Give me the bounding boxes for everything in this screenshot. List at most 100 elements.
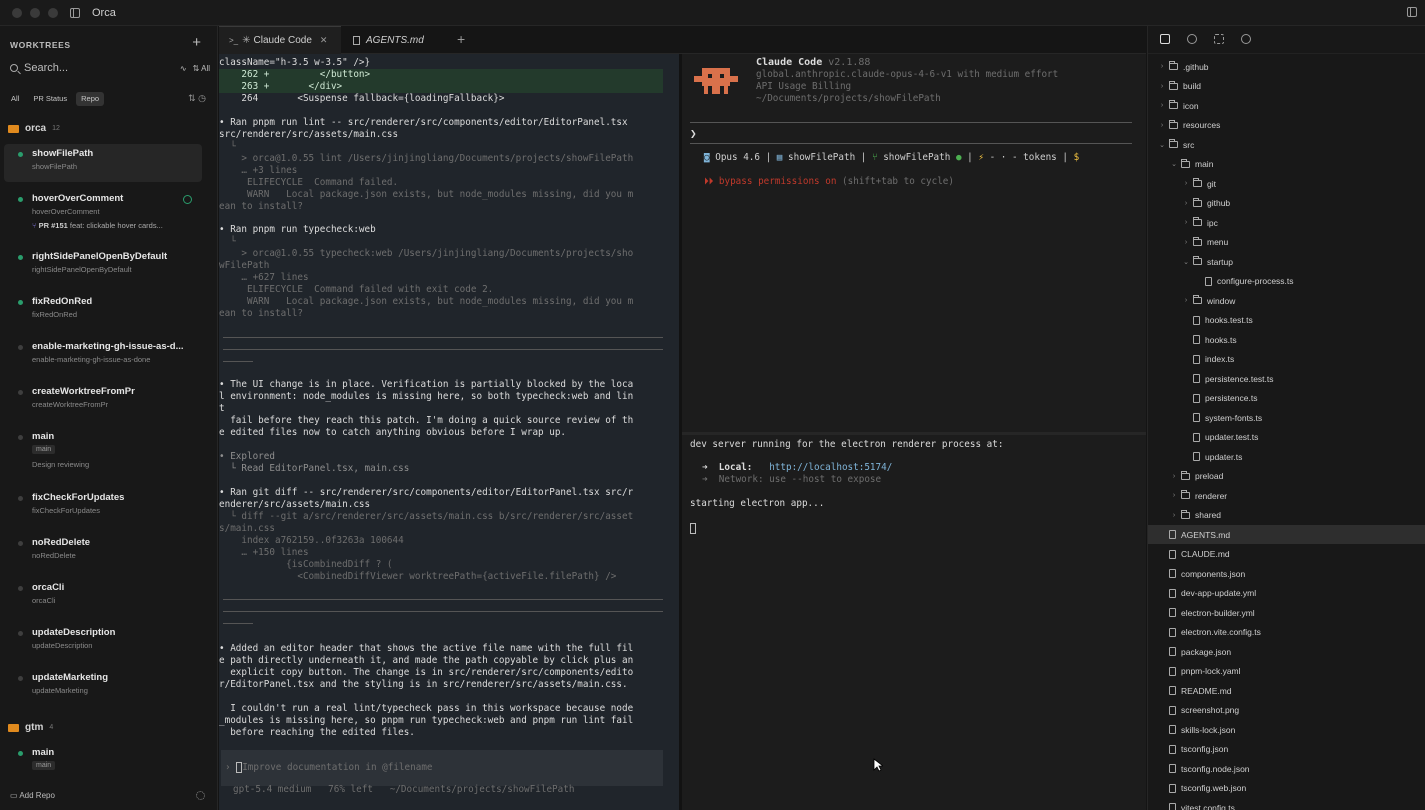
filter-all[interactable]: All (6, 92, 24, 106)
tree-folder[interactable]: › window (1148, 291, 1425, 310)
tree-item-label: tsconfig.web.json (1181, 783, 1247, 793)
worktree-item[interactable]: showFilePath showFilePath (4, 144, 202, 182)
tree-file[interactable]: tsconfig.node.json (1148, 759, 1425, 778)
sort-clock-icons[interactable]: ⇅ ◷ (188, 93, 206, 104)
search-input[interactable]: Search... ∿ ⇅ All (10, 60, 210, 76)
tree-folder[interactable]: › resources (1148, 116, 1425, 135)
worktree-item[interactable]: updateMarketing updateMarketing (4, 668, 202, 704)
tree-file[interactable]: tsconfig.json (1148, 740, 1425, 759)
filter-pr-status[interactable]: PR Status (28, 92, 72, 106)
tree-file[interactable]: electron.vite.config.ts (1148, 623, 1425, 642)
source-control-icon[interactable] (1187, 34, 1197, 44)
tree-file[interactable]: screenshot.png (1148, 701, 1425, 720)
claude-code-pane[interactable]: Claude Code v2.1.88 global.anthropic.cla… (682, 54, 1146, 434)
tree-file[interactable]: CLAUDE.md (1148, 545, 1425, 564)
worktree-item[interactable]: createWorktreeFromPr createWorktreeFromP… (4, 382, 202, 418)
prompt-input[interactable]: › Improve documentation in @filename (221, 750, 663, 786)
worktree-item[interactable]: orcaCli orcaCli (4, 578, 202, 614)
codex-terminal-pane[interactable]: className="h-3.5 w-3.5" />} 262 + </butt… (219, 54, 679, 810)
tree-file[interactable]: tsconfig.web.json (1148, 779, 1425, 798)
add-worktree-button[interactable]: + (192, 34, 201, 51)
tree-folder[interactable]: › git (1148, 174, 1425, 193)
right-panel-toggle-icon[interactable] (1407, 7, 1417, 17)
chevron-right-icon: › (1184, 238, 1188, 246)
tree-folder[interactable]: › ipc (1148, 213, 1425, 232)
chevron-right-icon: › (1184, 180, 1188, 187)
sidebar-toggle-icon[interactable] (70, 7, 80, 18)
tree-file[interactable]: AGENTS.md (1148, 525, 1425, 544)
tree-file[interactable]: dev-app-update.yml (1148, 584, 1425, 603)
local-url-link[interactable]: http://localhost:5174/ (769, 462, 892, 473)
search-icon (10, 64, 18, 72)
worktree-item[interactable]: main main (4, 743, 202, 779)
settings-gear-icon[interactable] (196, 791, 205, 800)
repo-orca[interactable]: orca 12 (8, 123, 60, 134)
folder-icon (1169, 61, 1178, 70)
tree-folder[interactable]: › github (1148, 194, 1425, 213)
tree-file[interactable]: pnpm-lock.yaml (1148, 662, 1425, 681)
new-tab-button[interactable]: + (457, 31, 465, 47)
maximize-window-button[interactable] (48, 7, 58, 18)
separator (223, 337, 663, 338)
worktree-item[interactable]: hoverOverComment hoverOverComment ⑂ PR #… (4, 189, 202, 237)
tree-folder[interactable]: › renderer (1148, 486, 1425, 505)
tree-folder[interactable]: ⌄ startup (1148, 252, 1425, 271)
search-icon[interactable] (1241, 34, 1251, 44)
tree-file[interactable]: index.ts (1148, 350, 1425, 369)
repo-gtm[interactable]: gtm 4 (8, 722, 53, 733)
dev-server-terminal-pane[interactable]: dev server running for the electron rend… (682, 435, 1146, 810)
worktree-item[interactable]: noRedDelete noRedDelete (4, 533, 202, 569)
folder-icon (8, 723, 19, 732)
pr-link[interactable]: ⑂ PR #151 feat: clickable hover cards... (32, 221, 202, 230)
worktree-item[interactable]: fixCheckForUpdates fixCheckForUpdates (4, 488, 202, 524)
tree-file[interactable]: components.json (1148, 564, 1425, 583)
worktree-item[interactable]: rightSidePanelOpenByDefault rightSidePan… (4, 247, 202, 283)
tree-folder[interactable]: › preload (1148, 467, 1425, 486)
claude-prompt-char[interactable]: ❯ (690, 128, 697, 140)
worktree-name: orcaCli (32, 582, 65, 593)
file-icon (1205, 276, 1212, 286)
close-tab-icon[interactable]: ✕ (320, 35, 328, 46)
tree-file[interactable]: README.md (1148, 681, 1425, 700)
tree-folder[interactable]: ⌄ main (1148, 155, 1425, 174)
tab-agents-md[interactable]: AGENTS.md (343, 26, 443, 54)
close-window-button[interactable] (12, 7, 22, 18)
tree-item-label: README.md (1181, 685, 1232, 696)
folder-icon (1181, 490, 1190, 499)
tree-file[interactable]: persistence.ts (1148, 389, 1425, 408)
tree-folder[interactable]: › .github (1148, 57, 1425, 76)
tree-file[interactable]: hooks.test.ts (1148, 311, 1425, 330)
tree-folder[interactable]: › shared (1148, 506, 1425, 525)
tree-file[interactable]: hooks.ts (1148, 330, 1425, 349)
worktree-item[interactable]: updateDescription updateDescription (4, 623, 202, 659)
explorer-toolbar (1148, 26, 1425, 54)
tree-file[interactable]: updater.test.ts (1148, 428, 1425, 447)
tab-claude-code[interactable]: >_ ✳ Claude Code ✕ (219, 26, 341, 54)
tree-item-label: tsconfig.json (1181, 744, 1229, 754)
search-filter[interactable]: ∿ ⇅ All (180, 64, 210, 73)
tree-file[interactable]: electron-builder.yml (1148, 603, 1425, 622)
files-icon[interactable] (1160, 34, 1170, 44)
minimize-window-button[interactable] (30, 7, 40, 18)
worktree-item[interactable]: fixRedOnRed fixRedOnRed (4, 292, 202, 328)
tree-file[interactable]: updater.ts (1148, 447, 1425, 466)
tree-file[interactable]: configure-process.ts (1148, 272, 1425, 291)
worktree-item[interactable]: main main Design reviewing (4, 427, 202, 479)
tree-folder[interactable]: › menu (1148, 233, 1425, 252)
tree-file[interactable]: package.json (1148, 642, 1425, 661)
worktree-name: main (32, 431, 55, 442)
tree-folder[interactable]: › icon (1148, 96, 1425, 115)
worktree-name: rightSidePanelOpenByDefault (32, 251, 168, 262)
filter-repo[interactable]: Repo (76, 92, 105, 106)
tree-file[interactable]: vitest.config.ts (1148, 798, 1425, 810)
tree-file[interactable]: skills-lock.json (1148, 720, 1425, 739)
add-repo-button[interactable]: ▭ Add Repo (10, 791, 55, 800)
tree-item-label: preload (1195, 471, 1224, 481)
checklist-icon[interactable] (1214, 34, 1224, 44)
worktree-item[interactable]: enable-marketing-gh-issue-as-d... enable… (4, 337, 202, 373)
tree-file[interactable]: persistence.test.ts (1148, 369, 1425, 388)
tree-file[interactable]: system-fonts.ts (1148, 408, 1425, 427)
chevron-down-icon: ⌄ (1171, 161, 1177, 168)
tree-folder[interactable]: ⌄ src (1148, 135, 1425, 154)
tree-folder[interactable]: › build (1148, 77, 1425, 96)
